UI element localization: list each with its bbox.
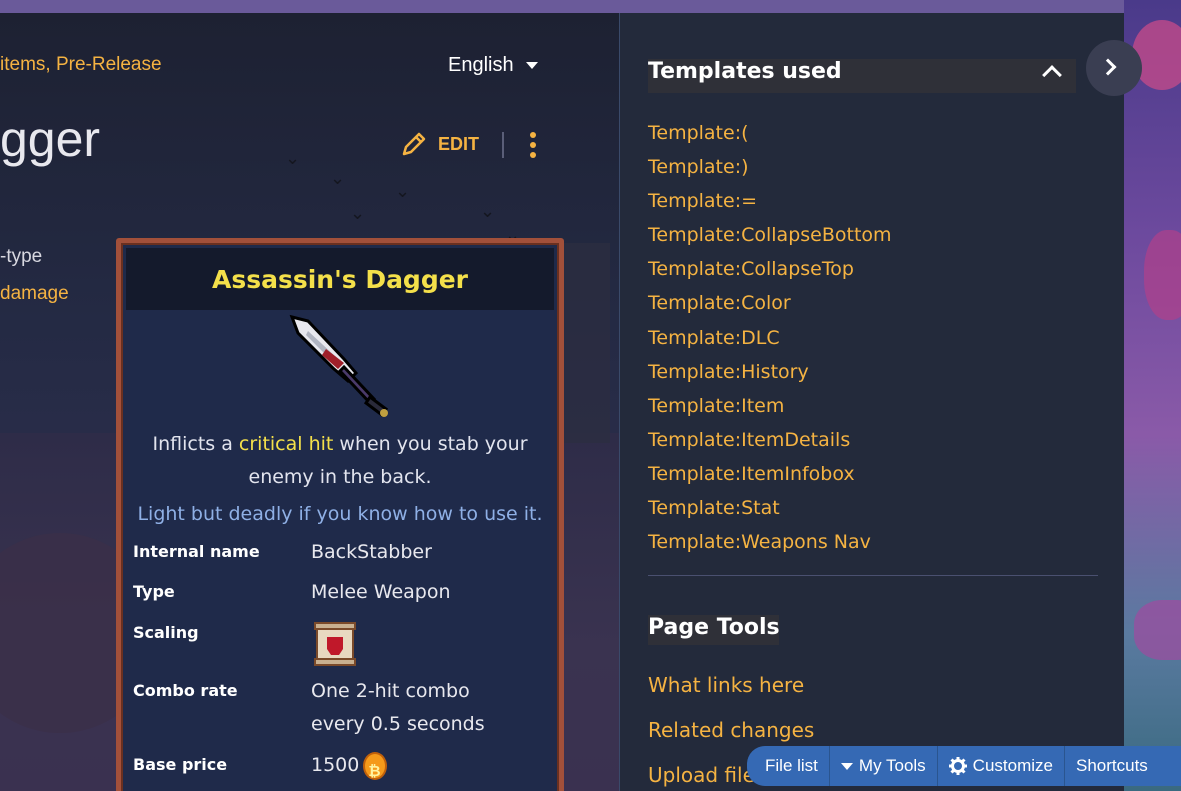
body-link-fragment[interactable]: damage [0,283,69,305]
customize-button[interactable]: Customize [938,746,1065,786]
page-title: gger [0,111,101,167]
breadcrumb[interactable]: items, Pre-Release [0,54,162,76]
templates-title: Templates used [648,59,842,84]
bird-decoration: ⌄ [285,148,301,169]
internal-name-label: Internal name [133,542,260,561]
item-flavor-text: Light but deadly if you know how to use … [137,503,543,525]
template-link[interactable]: Template:Weapons Nav [648,530,892,564]
my-tools-button[interactable]: My Tools [830,746,938,786]
divider [502,132,504,158]
bird-decoration: ⌄ [480,201,496,222]
caret-down-icon [840,762,853,770]
combo-rate-value-line1: One 2-hit combo [311,680,470,702]
template-link[interactable]: Template:ItemDetails [648,428,892,462]
bottom-toolbar: File list My Tools Customize Shortcuts [747,746,1181,786]
gold-coin-icon [363,751,388,788]
pencil-icon [402,132,426,156]
shortcuts-button[interactable]: Shortcuts [1065,746,1159,786]
divider [648,575,1098,576]
template-link[interactable]: Template:Stat [648,496,892,530]
bird-decoration: ⌄ [395,181,411,202]
template-link[interactable]: Template:ItemInfobox [648,462,892,496]
infobox-title: Assassin's Dagger [211,264,469,294]
critical-hit-link[interactable]: critical hit [239,433,333,455]
next-arrow-button[interactable] [1086,40,1142,96]
what-links-here-link[interactable]: What links here [648,673,804,697]
page-tools-title: Page Tools [648,615,780,640]
bird-decoration: ⌄ [350,203,366,224]
gear-icon [948,757,967,775]
edit-label: EDIT [438,133,480,154]
related-changes-link[interactable]: Related changes [648,718,814,742]
upload-file-link[interactable]: Upload file [648,763,755,787]
templates-list: Template:( Template:) Template:= Templat… [648,121,892,564]
file-list-button[interactable]: File list [747,746,830,786]
template-link[interactable]: Template:CollapseTop [648,257,892,291]
template-link[interactable]: Template:( [648,121,892,155]
item-infobox: Assassin's Dagger Inflicts a critical hi… [116,238,564,791]
edit-button[interactable]: EDIT [400,130,479,158]
infobox-header: Assassin's Dagger [126,248,554,310]
combo-rate-label: Combo rate [133,681,238,700]
more-options-icon[interactable] [530,132,536,158]
caret-down-icon [525,62,538,69]
item-description: Inflicts a critical hit when you stab yo… [152,433,528,488]
template-link[interactable]: Template:DLC [648,326,892,360]
template-link[interactable]: Template:Color [648,291,892,325]
bird-decoration: ⌄ [330,168,346,189]
background-scenery [1124,0,1181,791]
template-link[interactable]: Template:) [648,155,892,189]
scaling-label: Scaling [133,623,199,642]
type-label: Type [133,582,175,601]
template-link[interactable]: Template:CollapseBottom [648,223,892,257]
internal-name-value: BackStabber [311,541,432,563]
base-price-label: Base price [133,755,228,774]
body-text-fragment: -type [0,246,43,267]
template-link[interactable]: Template:History [648,360,892,394]
top-background-strip [0,0,1124,13]
language-label: English [448,54,514,76]
language-selector[interactable]: English [448,54,538,77]
base-price-value: 1500 [311,749,388,788]
template-link[interactable]: Template:Item [648,394,892,428]
right-sidebar: Templates used Template:( Template:) Tem… [619,13,1124,791]
template-link[interactable]: Template:= [648,189,892,223]
dagger-icon [289,314,389,418]
brutality-scroll-icon[interactable] [313,619,357,669]
combo-rate-value-line2: every 0.5 seconds [311,713,485,735]
chevron-right-icon [1099,58,1117,76]
type-value[interactable]: Melee Weapon [311,576,451,609]
